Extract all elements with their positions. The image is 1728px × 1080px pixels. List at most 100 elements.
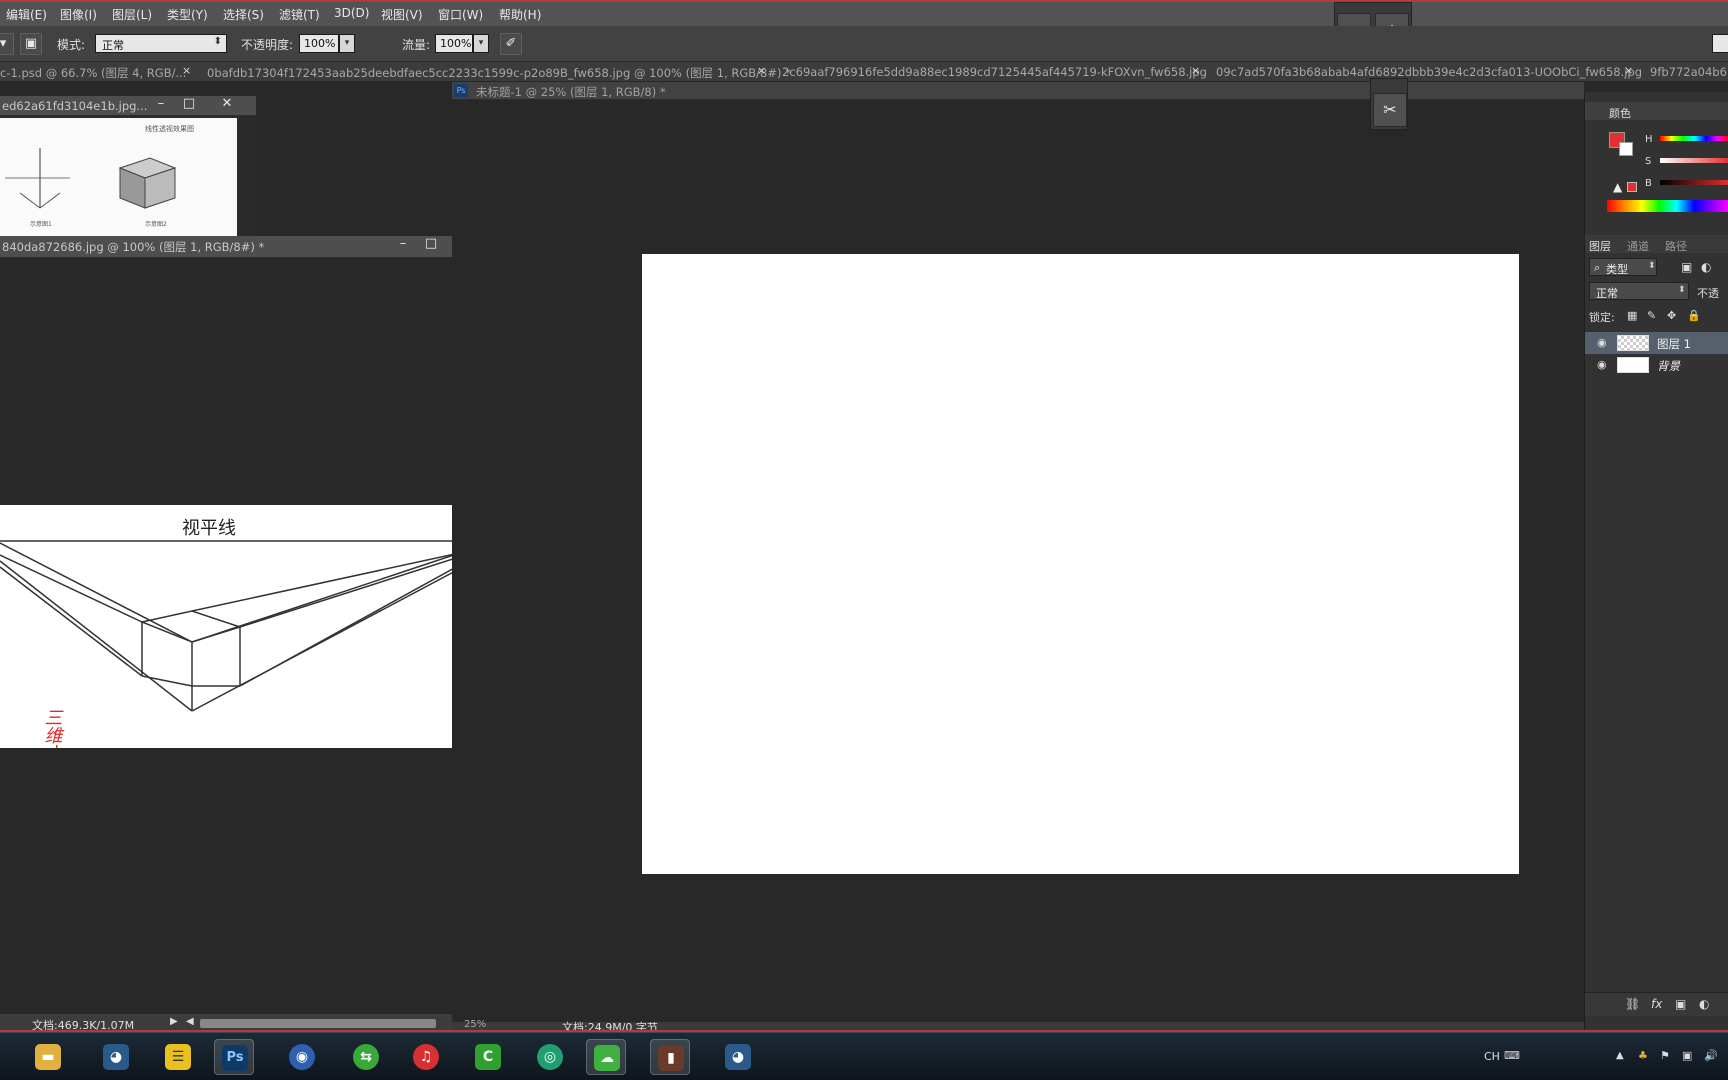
zoom-readout[interactable]: 25% (464, 1019, 486, 1030)
web-color-swatch[interactable] (1627, 182, 1637, 192)
main-window-titlebar[interactable]: Ps 未标题-1 @ 25% (图层 1, RGB/8) * (452, 82, 1584, 100)
menu-image[interactable]: 图像(I) (60, 6, 97, 23)
tab-close-icon[interactable]: × (182, 64, 191, 77)
tray-expand-icon[interactable]: ▲ (1616, 1050, 1624, 1061)
menu-type[interactable]: 类型(Y) (167, 6, 208, 23)
chevron-down-icon: ⬍ (1648, 261, 1656, 271)
mask-icon[interactable]: ▣ (1675, 997, 1686, 1011)
adjustment-filter-icon[interactable]: ◐ (1701, 260, 1711, 274)
saturation-slider[interactable] (1660, 158, 1728, 163)
tool-preset-icon[interactable]: ▾ (0, 33, 14, 55)
blend-mode-select[interactable]: 正常 ⬍ (1589, 282, 1689, 300)
tab-close-icon[interactable]: × (1624, 64, 1633, 77)
volume-icon[interactable]: 🔊 (1704, 1049, 1718, 1062)
tab-doc-5[interactable]: 9fb772a04b6 (1650, 65, 1727, 79)
tab-doc-4[interactable]: 09c7ad570fa3b68abab4afd6892dbbb39e4c2d3c… (1216, 65, 1642, 79)
reference-window-title: 840da872686.jpg @ 100% (图层 1, RGB/8#) * (2, 240, 265, 254)
lock-pixels-icon[interactable]: ▦ (1627, 309, 1637, 322)
color-panel-header: 颜色 (1585, 102, 1728, 120)
minimize-icon[interactable]: – (150, 96, 172, 111)
menu-filter[interactable]: 滤镜(T) (279, 6, 320, 23)
workspace-switcher[interactable] (1712, 34, 1728, 53)
eye-icon[interactable]: ◉ (1597, 358, 1607, 371)
small-window-titlebar[interactable]: ed62a61fd3104e1b.jpg... – □ ✕ (0, 96, 256, 116)
eye-icon[interactable]: ◉ (1597, 336, 1607, 349)
qq-secondary-icon[interactable]: ◕ (718, 1039, 758, 1075)
fx-icon[interactable]: fx (1651, 997, 1662, 1011)
iqiyi-icon[interactable]: ◎ (530, 1039, 570, 1075)
tool-preset-icon[interactable]: ✂ (1373, 93, 1407, 127)
perspective-image: 视平线 消失 三维立体 (0, 505, 488, 780)
flow-input[interactable]: 100% (435, 34, 473, 53)
photo-viewer-icon[interactable]: ▮ (650, 1039, 690, 1075)
menu-window[interactable]: 窗口(W) (438, 6, 483, 23)
reference-window-titlebar[interactable]: 840da872686.jpg @ 100% (图层 1, RGB/8#) * … (0, 236, 498, 258)
input-language[interactable]: CH (1484, 1050, 1500, 1063)
menu-3d[interactable]: 3D(D) (334, 6, 369, 20)
background-color-swatch[interactable] (1619, 142, 1633, 156)
warning-icon[interactable]: ▲ (1613, 180, 1622, 194)
tray-app-icon[interactable]: ♣ (1638, 1049, 1648, 1062)
brush-panel-icon[interactable]: ▣ (20, 33, 42, 55)
menu-edit[interactable]: 编辑(E) (6, 6, 47, 23)
small-image-window: ed62a61fd3104e1b.jpg... – □ ✕ 线性透视效果图 示意… (0, 96, 256, 236)
wechat-icon[interactable]: ☁ (586, 1039, 626, 1075)
network-icon[interactable]: ▣ (1682, 1049, 1692, 1062)
menu-select[interactable]: 选择(S) (223, 6, 264, 23)
notes-icon[interactable]: ☰ (158, 1039, 198, 1075)
horizontal-scrollbar[interactable] (200, 1019, 436, 1028)
netease-music-icon[interactable]: ♫ (406, 1039, 446, 1075)
lock-brush-icon[interactable]: ✎ (1647, 309, 1656, 322)
flag-icon[interactable]: ⚑ (1660, 1049, 1670, 1062)
keyboard-icon[interactable]: ⌨ (1504, 1049, 1520, 1062)
scroll-left-icon[interactable]: ◀ (186, 1016, 194, 1027)
lock-all-icon[interactable]: 🔒 (1687, 309, 1701, 322)
tab-close-icon[interactable]: × (757, 64, 766, 77)
layer-row[interactable]: ◉ 图层 1 (1585, 332, 1728, 354)
brightness-slider[interactable] (1660, 180, 1728, 185)
tab-color[interactable]: 颜色 (1609, 105, 1631, 121)
tab-channels[interactable]: 通道 (1627, 238, 1649, 254)
qq-icon[interactable]: ◕ (96, 1039, 136, 1075)
menu-view[interactable]: 视图(V) (381, 6, 423, 23)
tab-layers[interactable]: 图层 (1589, 238, 1611, 254)
lock-move-icon[interactable]: ✥ (1667, 309, 1676, 322)
maximize-icon[interactable]: □ (420, 236, 442, 251)
small-window-title: ed62a61fd3104e1b.jpg... (2, 99, 148, 113)
hue-slider[interactable] (1660, 136, 1728, 141)
link-icon[interactable]: ⛓ (1625, 997, 1640, 1011)
status-arrow-icon[interactable]: ▶ (170, 1016, 178, 1027)
menu-layer[interactable]: 图层(L) (112, 6, 152, 23)
s-label: S (1645, 156, 1652, 167)
canvas[interactable] (642, 254, 1519, 874)
green-browser-icon[interactable]: ⇆ (346, 1039, 386, 1075)
maximize-icon[interactable]: □ (178, 96, 200, 111)
opacity-input[interactable]: 100% (299, 34, 339, 53)
menu-help[interactable]: 帮助(H) (499, 6, 541, 23)
browser-icon[interactable]: ◉ (282, 1039, 322, 1075)
file-explorer-icon[interactable]: ▬ (28, 1039, 68, 1075)
search-icon: ⌕ (1594, 261, 1601, 274)
adjustment-icon[interactable]: ◐ (1699, 997, 1709, 1011)
minimize-icon[interactable]: – (392, 236, 414, 251)
camtasia-icon[interactable]: C (468, 1039, 508, 1075)
layer-name: 背景 (1657, 359, 1680, 373)
b-label: B (1645, 178, 1652, 189)
layer-filter-select[interactable]: ⌕ 类型 ⬍ (1589, 258, 1657, 276)
tab-doc-1[interactable]: c-1.psd @ 66.7% (图层 4, RGB/... (0, 65, 186, 81)
main-document-window: Ps 未标题-1 @ 25% (图层 1, RGB/8) * 25% 文档:24… (452, 82, 1584, 1034)
menu-bar: 编辑(E) 图像(I) 图层(L) 类型(Y) 选择(S) 滤镜(T) 3D(D… (0, 0, 1728, 26)
image-filter-icon[interactable]: ▣ (1681, 260, 1692, 274)
tab-paths[interactable]: 路径 (1665, 238, 1687, 254)
layer-row[interactable]: ◉ 背景 (1585, 354, 1728, 376)
flow-dropdown[interactable]: ▾ (473, 34, 489, 53)
tab-doc-3[interactable]: 2c69aaf796916fe5dd9a88ec1989cd7125445af4… (782, 65, 1207, 79)
photoshop-taskbar-icon[interactable]: Ps (214, 1039, 254, 1075)
opacity-dropdown[interactable]: ▾ (339, 34, 355, 53)
tab-doc-2[interactable]: 0bafdb17304f172453aab25deebdfaec5cc2233c… (207, 65, 791, 81)
close-icon[interactable]: ✕ (216, 96, 238, 111)
airbrush-icon[interactable]: ✐ (500, 33, 522, 55)
mode-select[interactable]: 正常 ⬍ (95, 34, 227, 53)
tab-close-icon[interactable]: × (1191, 64, 1200, 77)
color-spectrum[interactable] (1607, 200, 1728, 212)
